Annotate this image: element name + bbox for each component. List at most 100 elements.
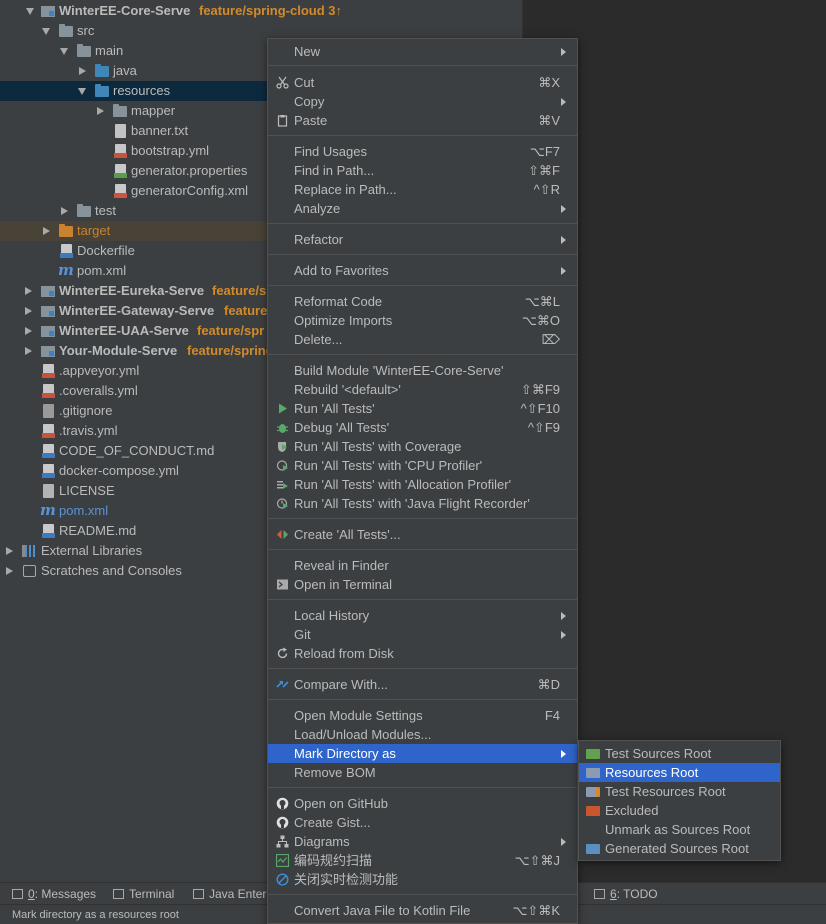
menu-item-shortcut: ^⇧F10 xyxy=(520,401,560,416)
expand-arrow-icon[interactable] xyxy=(25,327,32,335)
menu-item-remove-bom[interactable]: Remove BOM xyxy=(268,763,577,782)
menu-item-label: Local History xyxy=(294,608,370,623)
menu-item-find-in-path[interactable]: Find in Path... ⇧⌘F xyxy=(268,161,577,180)
menu-item-open-on-github[interactable]: Open on GitHub xyxy=(268,794,577,813)
tree-row-module-core[interactable]: WinterEE-Core-Serve feature/spring-cloud… xyxy=(0,1,522,21)
submenu-item-test-resources-root[interactable]: Test Resources Root xyxy=(579,782,780,801)
menu-item-load-unload-modules[interactable]: Load/Unload Modules... xyxy=(268,725,577,744)
collapse-arrow-icon[interactable] xyxy=(26,8,34,15)
tree-item-label: generatorConfig.xml xyxy=(131,183,249,198)
menu-item-run-flight-recorder[interactable]: Run 'All Tests' with 'Java Flight Record… xyxy=(268,494,577,513)
properties-file-icon xyxy=(114,164,127,178)
menu-item-reveal-in-finder[interactable]: Reveal in Finder xyxy=(268,556,577,575)
submenu-arrow-icon xyxy=(561,750,566,758)
menu-item-optimize-imports[interactable]: Optimize Imports ⌥⌘O xyxy=(268,311,577,330)
menu-item-compare-with[interactable]: Compare With... ⌘D xyxy=(268,675,577,694)
tree-item-label: src xyxy=(77,23,95,38)
menu-item-analyze[interactable]: Analyze xyxy=(268,199,577,218)
libraries-icon xyxy=(22,545,36,557)
menu-item-new[interactable]: New xyxy=(268,42,577,61)
maven-icon: m xyxy=(40,501,56,519)
context-menu[interactable]: New Cut ⌘X Copy Paste ⌘V Find Usages ⌥F7 Fi… xyxy=(267,38,578,924)
menu-item-build-module[interactable]: Build Module 'WinterEE-Core-Serve' xyxy=(268,361,577,380)
menu-item-run-with-coverage[interactable]: Run 'All Tests' with Coverage xyxy=(268,437,577,456)
messages-tool-button[interactable]: 0: Messages xyxy=(12,883,96,905)
messages-icon xyxy=(12,889,23,899)
menu-item-cut[interactable]: Cut ⌘X xyxy=(268,73,577,92)
expand-arrow-icon[interactable] xyxy=(79,67,86,75)
submenu-item-label: Resources Root xyxy=(605,765,699,780)
excluded-folder-icon xyxy=(586,806,600,816)
menu-item-replace-in-path[interactable]: Replace in Path... ^⇧R xyxy=(268,180,577,199)
submenu-item-generated-sources-root[interactable]: Generated Sources Root xyxy=(579,839,780,858)
menu-item-rebuild[interactable]: Rebuild '<default>' ⇧⌘F9 xyxy=(268,380,577,399)
submenu-arrow-icon xyxy=(561,98,566,106)
text-file-icon xyxy=(115,124,126,138)
submenu-item-excluded[interactable]: Excluded xyxy=(579,801,780,820)
menu-item-diagrams[interactable]: Diagrams xyxy=(268,832,577,851)
todo-tool-button[interactable]: 6: TODO xyxy=(594,883,658,905)
submenu-arrow-icon xyxy=(561,48,566,56)
submenu-arrow-icon xyxy=(561,631,566,639)
java-enterprise-tool-button[interactable]: Java Enterp xyxy=(193,883,273,905)
mark-directory-submenu[interactable]: Test Sources Root Resources Root Test Re… xyxy=(578,740,781,861)
menu-item-code-scan[interactable]: 编码规约扫描 ⌥⇧⌘J xyxy=(268,851,577,870)
menu-item-open-in-terminal[interactable]: Open in Terminal xyxy=(268,575,577,594)
menu-item-open-module-settings[interactable]: Open Module Settings F4 xyxy=(268,706,577,725)
menu-item-run-all-tests[interactable]: Run 'All Tests' ^⇧F10 xyxy=(268,399,577,418)
menu-item-mark-directory-as[interactable]: Mark Directory as xyxy=(268,744,577,763)
menu-item-copy[interactable]: Copy xyxy=(268,92,577,111)
menu-item-shortcut: ⌘D xyxy=(537,677,560,692)
menu-item-label: Analyze xyxy=(294,201,341,216)
menu-item-refactor[interactable]: Refactor xyxy=(268,230,577,249)
markdown-file-icon xyxy=(42,524,55,538)
expand-arrow-icon[interactable] xyxy=(43,227,50,235)
menu-item-create-gist[interactable]: Create Gist... xyxy=(268,813,577,832)
menu-item-label: Open in Terminal xyxy=(294,577,393,592)
menu-item-create-all-tests[interactable]: Create 'All Tests'... xyxy=(268,525,577,544)
expand-arrow-icon[interactable] xyxy=(25,347,32,355)
collapse-arrow-icon[interactable] xyxy=(78,88,86,95)
compare-icon xyxy=(276,681,289,688)
menu-item-delete[interactable]: Delete... ⌦ xyxy=(268,330,577,349)
menu-item-local-history[interactable]: Local History xyxy=(268,606,577,625)
menu-item-disable-realtime-check[interactable]: 关闭实时检测功能 xyxy=(268,870,577,889)
terminal-tool-button[interactable]: Terminal xyxy=(113,883,174,905)
menu-separator xyxy=(268,65,577,66)
submenu-item-label: Generated Sources Root xyxy=(605,841,749,856)
expand-arrow-icon[interactable] xyxy=(25,287,32,295)
status-text: Mark directory as a resources root xyxy=(12,909,179,921)
expand-arrow-icon[interactable] xyxy=(6,547,13,555)
text-file-icon xyxy=(43,484,54,498)
menu-item-label: Run 'All Tests' with 'Allocation Profile… xyxy=(294,477,512,492)
menu-item-run-allocation-profiler[interactable]: Run 'All Tests' with 'Allocation Profile… xyxy=(268,475,577,494)
tree-item-label: CODE_OF_CONDUCT.md xyxy=(59,443,215,458)
expand-arrow-icon[interactable] xyxy=(25,307,32,315)
menu-item-convert-to-kotlin[interactable]: Convert Java File to Kotlin File ⌥⇧⌘K xyxy=(268,901,577,920)
menu-separator xyxy=(268,787,577,788)
menu-item-shortcut: ⇧⌘F xyxy=(528,163,560,178)
menu-item-add-to-favorites[interactable]: Add to Favorites xyxy=(268,261,577,280)
submenu-item-test-sources-root[interactable]: Test Sources Root xyxy=(579,744,780,763)
yml-file-icon xyxy=(42,424,55,438)
collapse-arrow-icon[interactable] xyxy=(60,48,68,55)
expand-arrow-icon[interactable] xyxy=(6,567,13,575)
submenu-item-resources-root[interactable]: Resources Root xyxy=(579,763,780,782)
collapse-arrow-icon[interactable] xyxy=(42,28,50,35)
coverage-icon xyxy=(278,442,287,452)
menu-item-label: Rebuild '<default>' xyxy=(294,382,401,397)
expand-arrow-icon[interactable] xyxy=(97,107,104,115)
menu-item-debug-all-tests[interactable]: Debug 'All Tests' ^⇧F9 xyxy=(268,418,577,437)
menu-item-find-usages[interactable]: Find Usages ⌥F7 xyxy=(268,142,577,161)
ide-window: WinterEE-Core-Serve feature/spring-cloud… xyxy=(0,0,826,924)
run-icon xyxy=(279,403,287,414)
submenu-item-unmark-sources-root[interactable]: Unmark as Sources Root xyxy=(579,820,780,839)
menu-item-label: 编码规约扫描 xyxy=(294,853,373,868)
menu-item-git[interactable]: Git xyxy=(268,625,577,644)
menu-item-paste[interactable]: Paste ⌘V xyxy=(268,111,577,130)
menu-item-reload-from-disk[interactable]: Reload from Disk xyxy=(268,644,577,663)
menu-item-run-cpu-profiler[interactable]: Run 'All Tests' with 'CPU Profiler' xyxy=(268,456,577,475)
menu-item-reformat-code[interactable]: Reformat Code ⌥⌘L xyxy=(268,292,577,311)
expand-arrow-icon[interactable] xyxy=(61,207,68,215)
todo-label: : TODO xyxy=(616,887,658,901)
